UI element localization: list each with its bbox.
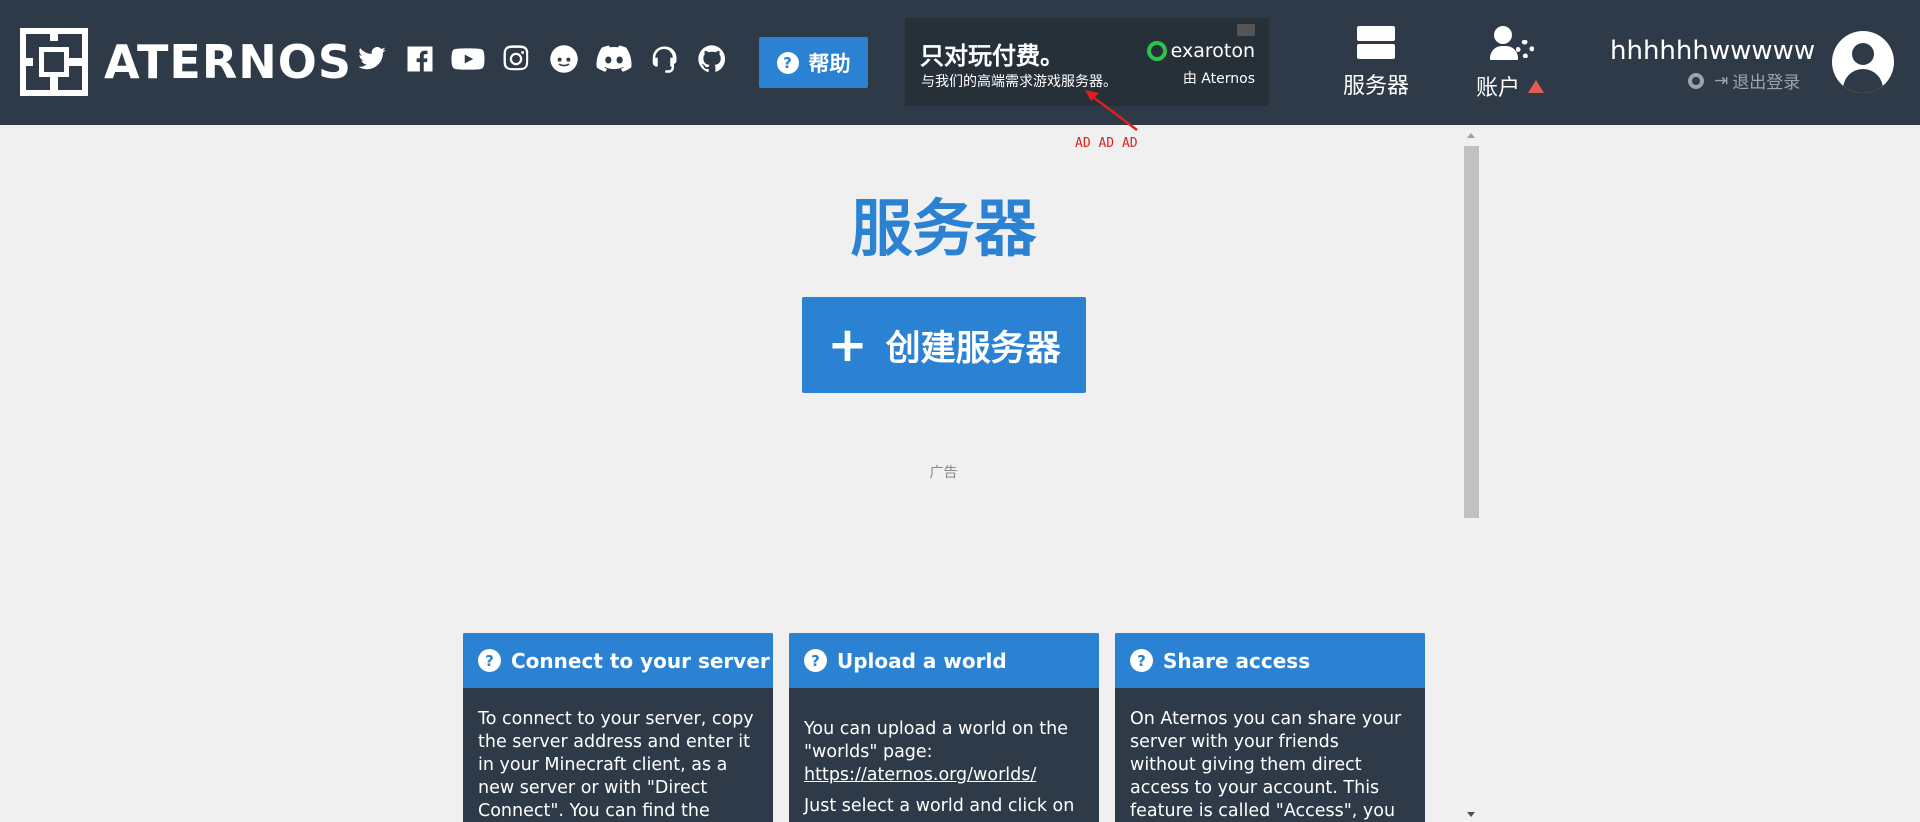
info-card-upload: ? Upload a world You can upload a world … [789, 633, 1099, 822]
ad-label: 广告 [929, 465, 958, 481]
ad-subtitle: 与我们的高端需求游戏服务器。 [921, 74, 1117, 90]
exaroton-logo-icon [1146, 41, 1167, 61]
user-actions: ⇥ 退出登录 [1688, 68, 1800, 93]
card-body: You can upload a world on the "worlds" p… [789, 688, 1099, 818]
create-server-label: 创建服务器 [885, 328, 1061, 369]
card-text: On Aternos you can share your server wit… [1130, 709, 1402, 821]
ad-brand-name: exaroton [1170, 40, 1255, 62]
nav-servers[interactable]: 服务器 [1340, 26, 1412, 100]
reddit-icon[interactable] [547, 42, 581, 76]
server-stack-icon [1357, 26, 1395, 60]
avatar[interactable] [1832, 31, 1894, 93]
card-body: On Aternos you can share your server wit… [1115, 688, 1425, 822]
card-title: Connect to your server [511, 648, 770, 673]
ad-title: 只对玩付费。 [920, 42, 1064, 70]
ad-byline: 由 Aternos [1182, 71, 1255, 87]
card-text: To connect to your server, copy the serv… [478, 709, 754, 821]
username: hhhhhhwwwww [1610, 36, 1816, 66]
question-icon: ? [804, 649, 827, 672]
logo-text: ATERNOS [104, 35, 352, 89]
settings-gear-icon[interactable] [1688, 72, 1704, 89]
card-title: Upload a world [837, 648, 1007, 673]
github-icon[interactable] [695, 42, 729, 76]
logout-icon: ⇥ [1714, 70, 1729, 91]
warning-icon [1528, 79, 1545, 93]
facebook-icon[interactable] [403, 42, 437, 76]
scroll-down-arrow-icon[interactable] [1467, 812, 1475, 817]
info-cards: ? Connect to your server To connect to y… [463, 633, 1425, 822]
nav-account-label: 账户 [1476, 76, 1521, 101]
page-scrollbar[interactable] [1463, 133, 1480, 822]
ad-brand: exaroton [1146, 40, 1255, 62]
support-headset-icon[interactable] [647, 42, 681, 76]
card-text-2: Just select a world and click on [804, 796, 1075, 816]
card-text: You can upload a world on the "worlds" p… [804, 719, 1069, 762]
top-header: ATERNOS ? 帮助 只对玩付费。 与我们的高端需求游戏服务器。 exaro… [0, 0, 1920, 125]
help-button[interactable]: ? 帮助 [759, 37, 868, 88]
user-gear-icon [1490, 26, 1536, 62]
page-title: 服务器 [850, 192, 1037, 265]
nav-servers-label: 服务器 [1342, 74, 1409, 99]
info-card-connect: ? Connect to your server To connect to y… [463, 633, 773, 822]
logout-link[interactable]: ⇥ 退出登录 [1714, 68, 1801, 94]
aternos-logo[interactable]: ATERNOS [20, 28, 352, 96]
ad-annotation-label: AD AD AD [1075, 136, 1138, 151]
card-header: ? Connect to your server [463, 633, 773, 688]
scroll-up-arrow-icon[interactable] [1467, 133, 1475, 138]
plus-icon: + [827, 317, 868, 373]
youtube-icon[interactable] [451, 42, 485, 76]
card-title: Share access [1163, 648, 1311, 673]
worlds-link[interactable]: https://aternos.org/worlds/ [804, 765, 1036, 785]
logout-label: 退出登录 [1732, 73, 1801, 93]
instagram-icon[interactable] [499, 42, 533, 76]
card-body: To connect to your server, copy the serv… [463, 688, 773, 822]
twitter-icon[interactable] [355, 42, 389, 76]
annotation-arrow-icon [1085, 90, 1138, 131]
help-icon: ? [776, 51, 799, 74]
question-icon: ? [478, 649, 501, 672]
discord-icon[interactable] [595, 42, 633, 76]
card-header: ? Share access [1115, 633, 1425, 688]
ad-choice-icon[interactable] [1237, 24, 1255, 36]
question-icon: ? [1130, 649, 1153, 672]
nav-account[interactable]: 账户 [1476, 26, 1552, 102]
info-card-share: ? Share access On Aternos you can share … [1115, 633, 1425, 822]
logo-mark-icon [20, 28, 88, 96]
card-header: ? Upload a world [789, 633, 1099, 688]
scrollbar-thumb[interactable] [1464, 146, 1479, 518]
help-label: 帮助 [808, 51, 851, 76]
social-links [355, 42, 729, 76]
create-server-button[interactable]: + 创建服务器 [802, 297, 1086, 393]
